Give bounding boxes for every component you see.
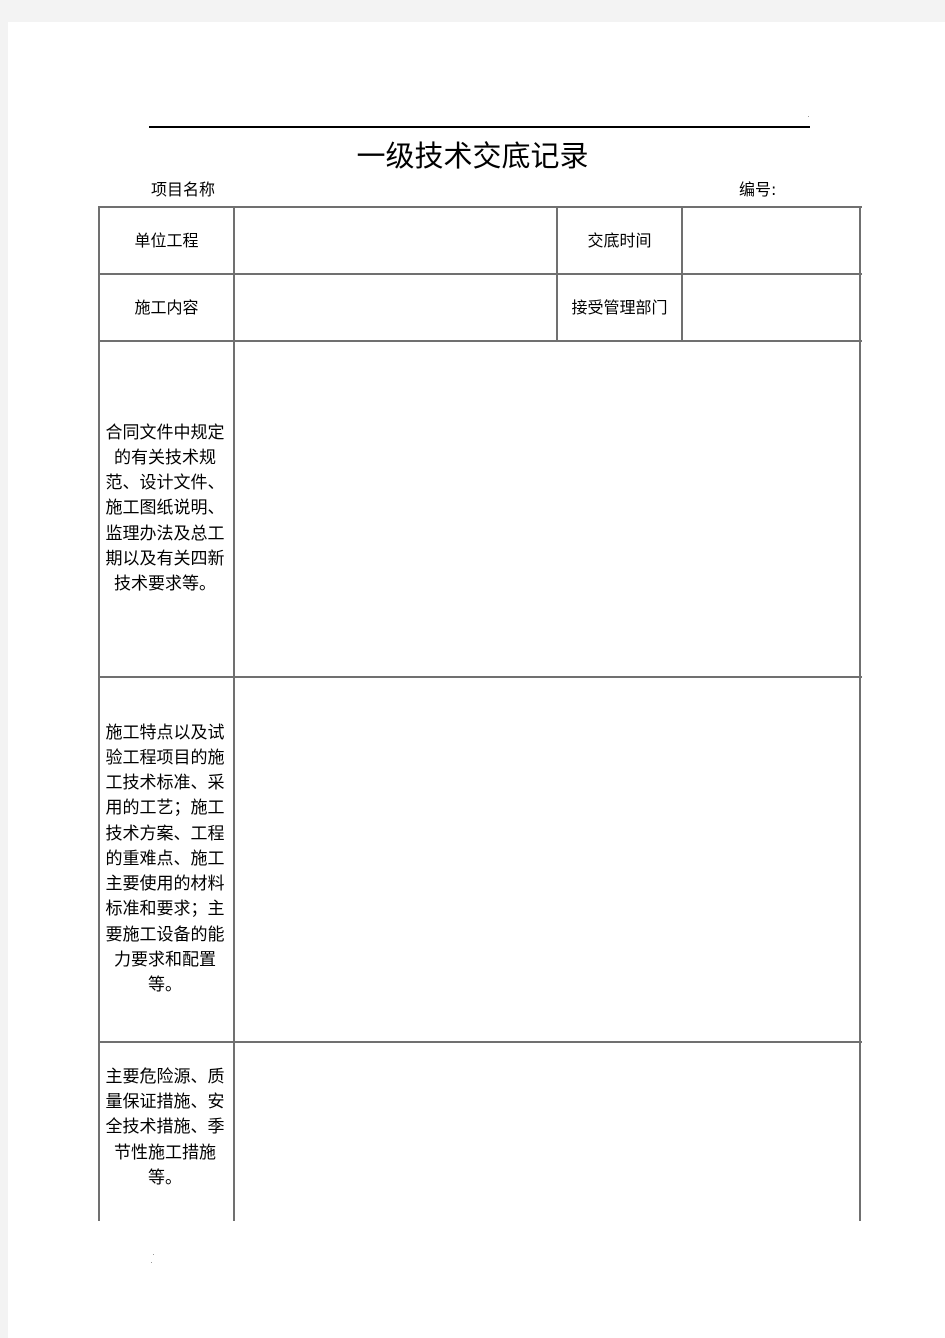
document-title: 一级技术交底记录 <box>356 139 589 173</box>
unit-project-label: 单位工程 <box>134 231 199 250</box>
receiving-department-label: 接受管理部门 <box>571 298 668 317</box>
artifact-dot <box>153 1254 154 1255</box>
section-label-line: 主要使用的材料 <box>105 874 225 895</box>
contract-requirements-field[interactable] <box>235 342 859 676</box>
section-label-text: 施工特点以及试 验工程项目的施 工技术标准、采 用的工艺；施工 技术方案、工程 的重难点、… <box>101 721 229 998</box>
construction-features-label: 施工特点以及试 验工程项目的施 工技术标准、采 用的工艺；施工 技术方案、工程 的重难点、… <box>97 678 233 1041</box>
receiving-department-field[interactable] <box>683 275 859 340</box>
construction-content-field[interactable] <box>235 275 556 340</box>
section-label-line: 范、设计文件、 <box>105 473 225 494</box>
section-label-line: 的重难点、施工 <box>105 848 225 869</box>
section-label-line: 的有关技术规 <box>114 447 216 468</box>
section-label-line: 合同文件中规定 <box>105 422 225 443</box>
section-label-line: 主要危险源、质 <box>105 1066 225 1087</box>
section-label-line: 用的工艺；施工 <box>105 798 225 819</box>
section-label-line: 验工程项目的施 <box>105 748 225 769</box>
safety-measures-field[interactable] <box>235 1043 859 1221</box>
section-label-text: 合同文件中规定 的有关技术规 范、设计文件、 施工图纸说明、 监理办法及总工 期以及有关四… <box>101 421 229 597</box>
section-label-text: 主要危险源、质 量保证措施、安 全技术措施、季 节性施工措施 等。 <box>101 1065 229 1191</box>
section-label-line: 量保证措施、安 <box>105 1092 225 1113</box>
header-rule <box>149 126 810 128</box>
construction-content-label: 施工内容 <box>134 298 199 317</box>
section-label-line: 施工特点以及试 <box>105 722 225 743</box>
section-label-line: 要施工设备的能 <box>105 924 225 945</box>
unit-project-field[interactable] <box>235 208 556 273</box>
artifact-dot <box>808 116 809 117</box>
table-border-right <box>859 206 861 1221</box>
project-name-label: 项目名称 <box>151 180 216 199</box>
artifact-dot <box>151 1262 152 1263</box>
safety-measures-label: 主要危险源、质 量保证措施、安 全技术措施、季 节性施工措施 等。 <box>97 1043 233 1213</box>
section-label-line: 监理办法及总工 <box>105 523 225 544</box>
section-label-line: 工技术标准、采 <box>105 773 225 794</box>
briefing-time-field[interactable] <box>683 208 859 273</box>
section-label-line: 标准和要求；主 <box>105 899 225 920</box>
section-label-line: 全技术措施、季 <box>105 1117 225 1138</box>
construction-features-field[interactable] <box>235 678 859 1041</box>
section-label-line: 等。 <box>148 974 182 995</box>
section-label-line: 技术要求等。 <box>114 574 216 594</box>
section-label-line: 技术方案、工程 <box>105 823 225 844</box>
section-label-line: 节性施工措施 <box>114 1142 216 1163</box>
section-label-line: 力要求和配置 <box>114 949 216 970</box>
number-label: 编号: <box>739 180 777 199</box>
section-label-line: 施工图纸说明、 <box>105 498 225 519</box>
section-label-line: 等。 <box>148 1167 182 1188</box>
briefing-time-label: 交底时间 <box>587 231 652 250</box>
contract-requirements-label: 合同文件中规定 的有关技术规 范、设计文件、 施工图纸说明、 监理办法及总工 期以及有关四… <box>97 342 233 676</box>
section-label-line: 期以及有关四新 <box>105 548 225 569</box>
